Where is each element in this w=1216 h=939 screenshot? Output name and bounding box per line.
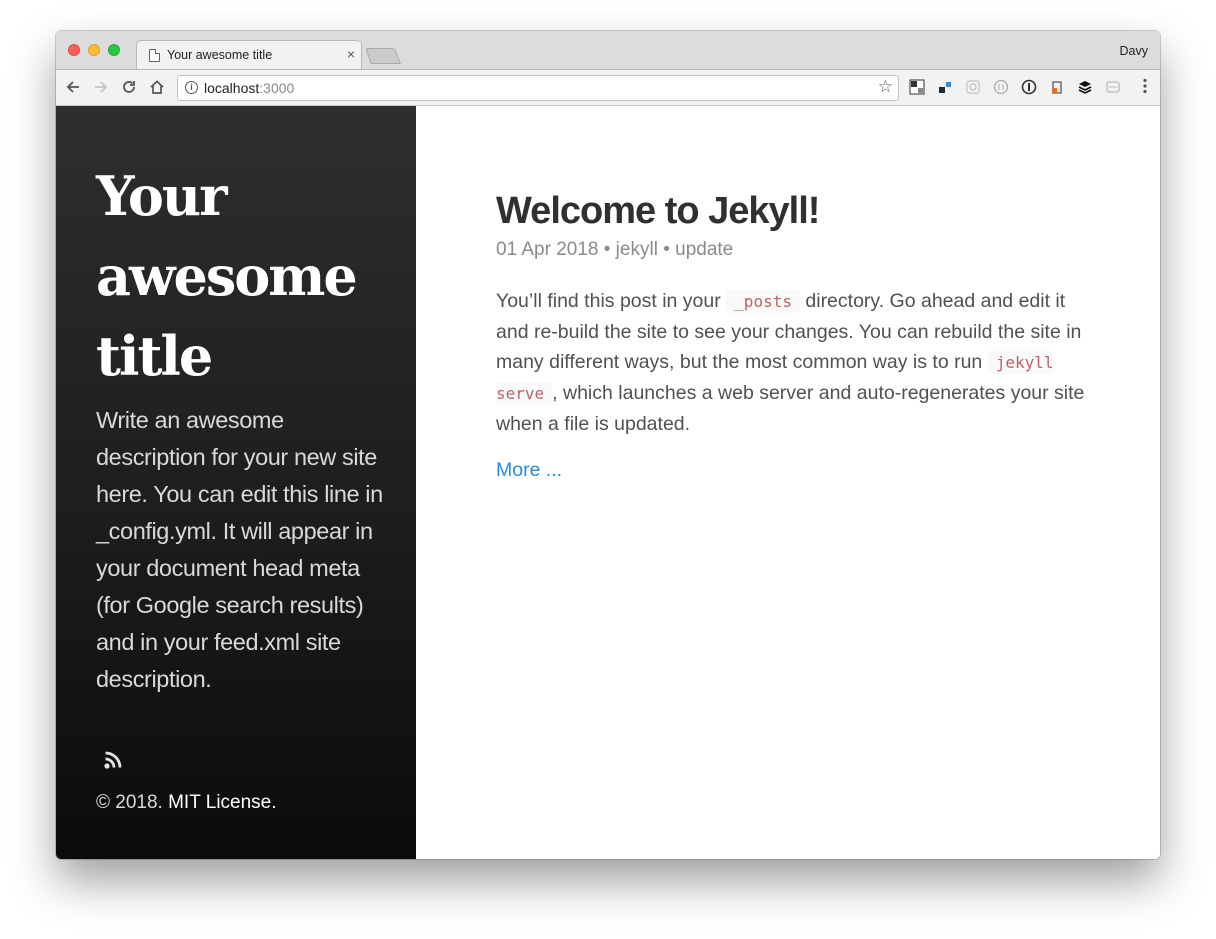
main-content: Welcome to Jekyll! 01 Apr 2018 • jekyll … — [416, 106, 1160, 859]
window-close-button[interactable] — [68, 44, 80, 56]
url-text[interactable]: localhost:3000 — [204, 80, 294, 96]
title-bar: Your awesome title × Davy — [56, 31, 1160, 70]
extension-password-icon[interactable] — [1021, 79, 1037, 95]
star-icon[interactable]: ☆ — [878, 77, 893, 97]
browser-tab[interactable]: Your awesome title × — [136, 40, 362, 70]
more-link[interactable]: More ... — [496, 459, 562, 482]
post-title[interactable]: Welcome to Jekyll! — [496, 190, 820, 233]
page-icon — [149, 49, 160, 62]
browser-window: Your awesome title × Davy i localhost:30… — [56, 31, 1160, 859]
site-title-line: Your — [96, 164, 228, 228]
sidebar: Your awesome title Write an awesome desc… — [56, 106, 416, 859]
extension-card-icon[interactable] — [1105, 79, 1121, 95]
profile-name[interactable]: Davy — [1120, 44, 1148, 58]
forward-icon[interactable] — [90, 76, 112, 98]
code-posts: _posts — [726, 290, 800, 313]
extension-circle-icon[interactable] — [993, 79, 1009, 95]
back-icon[interactable] — [62, 76, 84, 98]
post-meta: 01 Apr 2018 • jekyll • update — [496, 239, 734, 260]
home-icon[interactable] — [146, 76, 168, 98]
new-tab-button[interactable] — [365, 48, 401, 64]
page-viewport: Your awesome title Write an awesome desc… — [56, 106, 1160, 859]
extension-blocks-icon[interactable] — [937, 79, 953, 95]
tab-close-icon[interactable]: × — [347, 46, 355, 62]
extension-grid-icon[interactable] — [965, 79, 981, 95]
site-description: Write an awesome description for your ne… — [96, 407, 383, 692]
extension-layers-icon[interactable] — [1077, 79, 1093, 95]
license-link[interactable]: MIT License. — [168, 792, 276, 813]
extension-qr-icon[interactable] — [909, 79, 925, 95]
post-body: You’ll find this post in your _posts dir… — [496, 290, 1085, 435]
extension-office-icon[interactable] — [1049, 79, 1065, 95]
menu-icon[interactable] — [1142, 78, 1148, 94]
site-title[interactable]: Your awesome title — [96, 156, 396, 396]
window-minimize-button[interactable] — [88, 44, 100, 56]
footer: © 2018. MIT License. — [96, 792, 277, 814]
site-title-line: awesome — [96, 244, 358, 308]
address-bar[interactable]: i localhost:3000 ☆ — [177, 75, 899, 101]
rss-icon[interactable] — [103, 750, 123, 770]
site-title-line: title — [96, 324, 213, 388]
tab-title: Your awesome title — [167, 48, 273, 62]
browser-toolbar: i localhost:3000 ☆ — [56, 69, 1160, 106]
window-maximize-button[interactable] — [108, 44, 120, 56]
info-icon[interactable]: i — [185, 81, 198, 94]
copyright-text: © 2018. — [96, 792, 169, 813]
reload-icon[interactable] — [118, 76, 140, 98]
